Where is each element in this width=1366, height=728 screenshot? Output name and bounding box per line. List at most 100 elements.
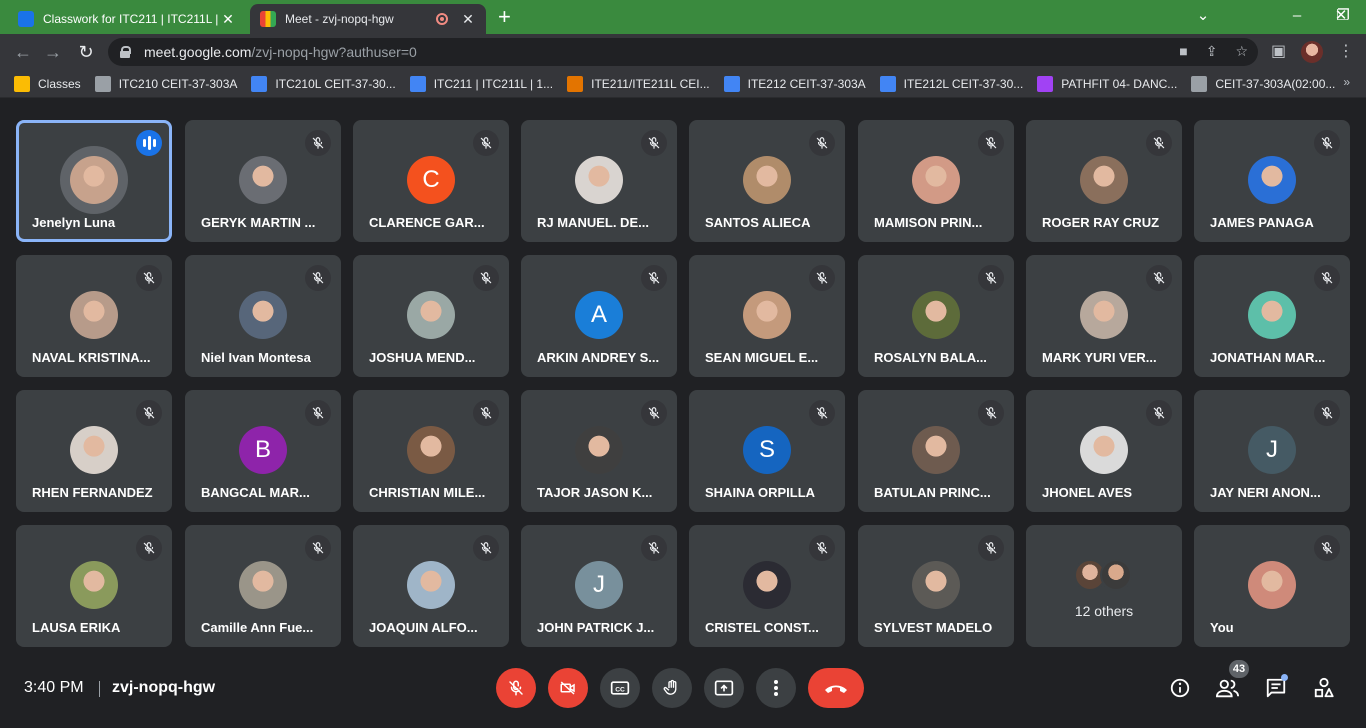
participant-tile[interactable]: SYLVEST MADELO [858,525,1014,647]
participant-tile[interactable]: JONATHAN MAR... [1194,255,1350,377]
participant-tile[interactable]: J JAY NERI ANON... [1194,390,1350,512]
participant-tile[interactable]: GERYK MARTIN ... [185,120,341,242]
participant-tile[interactable]: RHEN FERNANDEZ [16,390,172,512]
participant-tile[interactable]: CRISTEL CONST... [689,525,845,647]
bookmark-favicon-icon [409,75,426,92]
participant-tile[interactable]: SANTOS ALIECA [689,120,845,242]
participant-name: ARKIN ANDREY S... [537,350,660,365]
bookmark-item[interactable]: PATHFIT 04- DANC... [1037,75,1177,92]
others-label: 12 others [1074,603,1134,619]
muted-mic-icon [978,400,1004,426]
participant-tile[interactable]: J JOHN PATRICK J... [521,525,677,647]
participant-tile[interactable]: LAUSA ERIKA [16,525,172,647]
participant-tile[interactable]: ROGER RAY CRUZ [1026,120,1182,242]
more-options-button[interactable] [756,668,796,708]
bookmark-item[interactable]: ITC210 CEIT-37-303A [94,75,237,92]
bookmark-item[interactable]: ITE212L CEIT-37-30... [879,75,1023,92]
captions-button[interactable]: CC [600,668,640,708]
bookmark-favicon-icon [14,75,30,92]
participant-name: Camille Ann Fue... [201,620,314,635]
tab-search-icon[interactable]: ⌄ [1180,4,1226,28]
participant-tile[interactable]: MARK YURI VER... [1026,255,1182,377]
participant-grid: Jenelyn Luna GERYK MARTIN ... C CLARENCE GA… [16,120,1352,648]
activities-button[interactable] [1312,676,1336,700]
share-icon[interactable]: ⇪ [1206,43,1218,60]
participant-tile[interactable]: RJ MANUEL. DE... [521,120,677,242]
participant-tile[interactable]: CHRISTIAN MILE... [353,390,509,512]
present-screen-button[interactable] [704,668,744,708]
people-button[interactable] [1216,676,1240,700]
participant-name: Jenelyn Luna [32,215,116,230]
tab-classwork[interactable]: Classwork for ITC211 | ITC211L | ✕ [8,4,246,34]
tab-title: Classwork for ITC211 | ITC211L | [43,12,219,26]
participant-tile[interactable]: TAJOR JASON K... [521,390,677,512]
bookmark-item[interactable]: Classes [14,75,81,92]
avatar [1248,291,1296,339]
bookmark-item[interactable]: CEIT-37-303A(02:00... [1191,75,1335,92]
camera-icon[interactable]: ■ [1179,43,1187,60]
participant-tile[interactable]: Niel Ivan Montesa [185,255,341,377]
muted-mic-icon [641,400,667,426]
profile-avatar[interactable] [1301,41,1323,63]
participant-tile[interactable]: JHONEL AVES [1026,390,1182,512]
meeting-details-button[interactable] [1168,676,1192,700]
close-window-icon[interactable]: ✕ [1318,4,1364,28]
participant-name: RHEN FERNANDEZ [32,485,153,500]
side-panel-icon[interactable]: ▣ [1271,41,1286,61]
avatar [912,561,960,609]
participant-tile[interactable]: JOSHUA MEND... [353,255,509,377]
participant-name: CRISTEL CONST... [705,620,819,635]
muted-mic-icon [1146,130,1172,156]
url-input[interactable]: meet.google.com/zvj-nopq-hgw?authuser=0 … [108,38,1258,66]
participant-tile[interactable]: BATULAN PRINC... [858,390,1014,512]
tab-meet[interactable]: Meet - zvj-nopq-hgw ✕ [250,4,486,34]
muted-mic-icon [978,130,1004,156]
meet-favicon-icon [260,11,276,27]
participant-name: SANTOS ALIECA [705,215,811,230]
participant-tile[interactable]: JOAQUIN ALFO... [353,525,509,647]
participant-tile[interactable]: You [1194,525,1350,647]
participant-tile[interactable]: B BANGCAL MAR... [185,390,341,512]
bookmark-item[interactable]: ITC210L CEIT-37-30... [251,75,396,92]
more-bookmarks-icon[interactable]: » [1343,75,1350,89]
participant-tile[interactable]: SEAN MIGUEL E... [689,255,845,377]
new-tab-icon[interactable]: + [498,5,511,29]
microphone-off-button[interactable] [496,668,536,708]
participant-tile[interactable]: C CLARENCE GAR... [353,120,509,242]
participant-tile[interactable]: Camille Ann Fue... [185,525,341,647]
raise-hand-button[interactable] [652,668,692,708]
reload-icon[interactable]: ↻ [75,41,97,63]
captions-icon: CC [610,681,630,695]
muted-mic-icon [1314,265,1340,291]
muted-mic-icon [473,130,499,156]
leave-call-button[interactable] [808,668,864,708]
back-arrow-icon[interactable]: ← [12,41,34,63]
avatar [1080,426,1128,474]
participant-tile[interactable]: JAMES PANAGA [1194,120,1350,242]
bookmark-item[interactable]: ITE211/ITE211L CEI... [567,75,710,92]
camera-off-button[interactable] [548,668,588,708]
participant-tile[interactable]: NAVAL KRISTINA... [16,255,172,377]
address-bar-row: ← → ↻ meet.google.com/zvj-nopq-hgw?authu… [0,34,1366,70]
participant-tile[interactable]: S SHAINA ORPILLA [689,390,845,512]
participant-tile[interactable]: ROSALYN BALA... [858,255,1014,377]
muted-mic-icon [1146,265,1172,291]
participant-tile[interactable]: A ARKIN ANDREY S... [521,255,677,377]
menu-kebab-icon[interactable]: ⋮ [1338,41,1354,61]
minimize-icon[interactable]: – [1274,4,1320,28]
bookmark-item[interactable]: ITE212 CEIT-37-303A [723,75,866,92]
close-icon[interactable]: ✕ [220,11,236,28]
bookmark-item[interactable]: ITC211 | ITC211L | 1... [409,75,553,92]
avatar [1080,291,1128,339]
avatar [239,291,287,339]
avatar [575,156,623,204]
close-icon[interactable]: ✕ [460,11,476,28]
forward-arrow-icon[interactable]: → [42,41,64,63]
participant-tile[interactable]: MAMISON PRIN... [858,120,1014,242]
avatar [1100,559,1132,591]
participant-tile[interactable]: Jenelyn Luna [16,120,172,242]
participant-name: JONATHAN MAR... [1210,350,1326,365]
bookmark-star-icon[interactable]: ☆ [1235,43,1248,60]
participant-name: CHRISTIAN MILE... [369,485,486,500]
others-tile[interactable]: 12 others [1026,525,1182,647]
